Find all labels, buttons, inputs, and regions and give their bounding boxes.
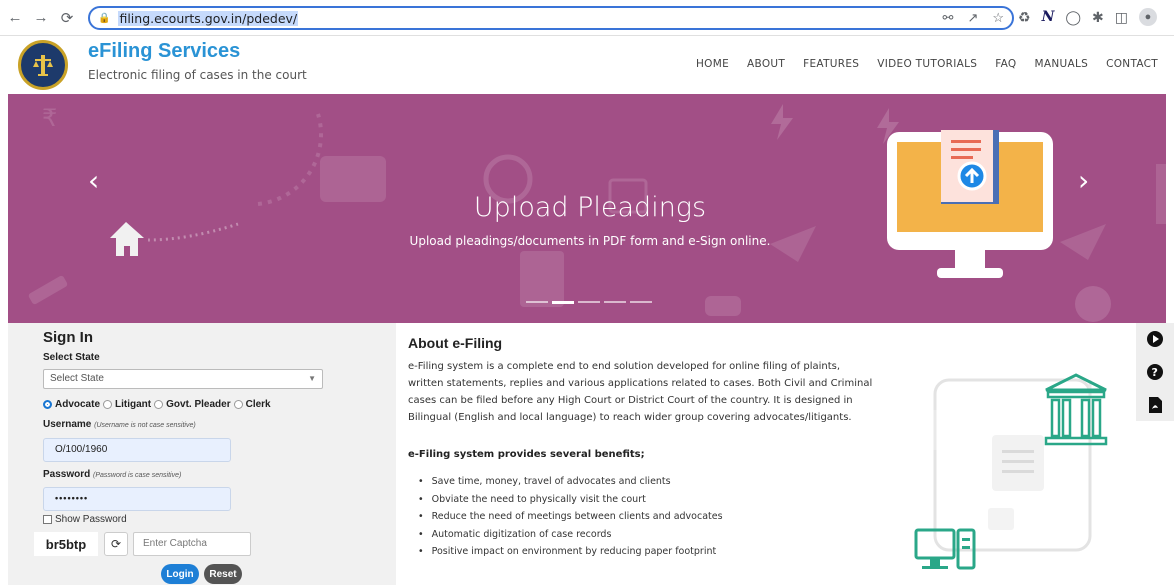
- password-label: Password (Password is case sensitive): [43, 469, 181, 480]
- profile-avatar-icon[interactable]: ●: [1139, 8, 1157, 26]
- show-password-toggle[interactable]: Show Password: [43, 514, 127, 525]
- captcha-image: br5btp: [34, 532, 98, 556]
- radio-litigant[interactable]: [103, 400, 113, 409]
- hero-title: Upload Pleadings: [473, 192, 707, 223]
- list-item: Automatic digitization of case records: [418, 529, 723, 547]
- radio-clerk[interactable]: [233, 400, 243, 409]
- help-icon[interactable]: ?: [1146, 363, 1164, 381]
- ecourts-emblem-logo[interactable]: [18, 40, 68, 90]
- show-password-label[interactable]: Show Password: [55, 514, 127, 525]
- carousel-indicator[interactable]: [630, 301, 652, 303]
- carousel-indicator-active[interactable]: [552, 301, 574, 304]
- pdf-icon[interactable]: [1146, 396, 1164, 414]
- decorative-rupee-icon: ₹: [42, 104, 57, 132]
- about-heading: About e-Filing: [408, 335, 503, 351]
- nav-about[interactable]: ABOUT: [747, 58, 785, 70]
- state-select[interactable]: Select State ▼: [43, 369, 323, 389]
- decorative-document-icon: [520, 251, 564, 307]
- login-button[interactable]: Login: [161, 564, 199, 584]
- nav-video-tutorials[interactable]: VIDEO TUTORIALS: [877, 58, 977, 70]
- password-hint: (Password is case sensitive): [93, 472, 182, 479]
- circle-extension-icon[interactable]: ◯: [1065, 9, 1081, 26]
- username-input[interactable]: O/100/1960: [43, 438, 231, 462]
- play-icon[interactable]: [1146, 330, 1164, 348]
- state-label: Select State: [43, 352, 100, 363]
- nav-home[interactable]: HOME: [696, 58, 729, 70]
- decorative-gavel-icon: [28, 275, 68, 305]
- back-arrow-icon[interactable]: ←: [4, 7, 26, 29]
- refresh-captcha-icon[interactable]: ⟳: [104, 532, 128, 556]
- role-label-advocate[interactable]: Advocate: [55, 399, 100, 410]
- password-label-text: Password: [43, 469, 91, 480]
- lock-icon[interactable]: 🔒: [98, 13, 110, 24]
- role-radio-group: Advocate Litigant Govt. Pleader Clerk: [43, 399, 271, 410]
- nav-faq[interactable]: FAQ: [995, 58, 1016, 70]
- username-label: Username (Username is not case sensitive…: [43, 419, 196, 430]
- nav-manuals[interactable]: MANUALS: [1035, 58, 1089, 70]
- benefits-heading: e-Filing system provides several benefit…: [408, 449, 645, 460]
- kebab-menu-icon[interactable]: ⋮: [1168, 9, 1174, 26]
- signin-heading: Sign In: [43, 329, 93, 346]
- list-item: Obviate the need to physically visit the…: [418, 494, 723, 512]
- floating-sidebar: ?: [1136, 323, 1174, 421]
- about-description: e-Filing system is a complete end to end…: [408, 361, 873, 423]
- decorative-car-icon: [705, 296, 741, 316]
- nav-contact[interactable]: CONTACT: [1106, 58, 1158, 70]
- puzzle-extensions-icon[interactable]: ✱: [1092, 9, 1104, 26]
- share-icon[interactable]: ↗: [967, 10, 978, 26]
- carousel-indicator[interactable]: [578, 301, 600, 303]
- svg-text:₹: ₹: [42, 104, 57, 132]
- username-hint: (Username is not case sensitive): [94, 422, 196, 429]
- username-label-text: Username: [43, 419, 92, 430]
- site-title[interactable]: eFiling Services: [88, 40, 240, 63]
- url-text[interactable]: filing.ecourts.gov.in/pdedev/: [118, 10, 299, 26]
- site-subtitle: Electronic filing of cases in the court: [88, 68, 307, 82]
- carousel-indicator[interactable]: [526, 301, 548, 303]
- recycle-extension-icon[interactable]: ♻: [1018, 9, 1031, 26]
- bookmark-star-icon[interactable]: ☆: [992, 10, 1004, 26]
- show-password-checkbox[interactable]: [43, 515, 52, 524]
- hero-carousel: ₹ ‹ › Upload Pleadings Upload pleadings/…: [8, 94, 1166, 323]
- list-item: Positive impact on environment by reduci…: [418, 546, 723, 564]
- role-label-clerk[interactable]: Clerk: [246, 399, 271, 410]
- hero-subtitle: Upload pleadings/documents in PDF form a…: [409, 234, 771, 248]
- carousel-indicator[interactable]: [604, 301, 626, 303]
- benefits-list: Save time, money, travel of advocates an…: [418, 476, 723, 564]
- side-panel-icon[interactable]: ◫: [1115, 9, 1128, 26]
- reload-icon[interactable]: ⟳: [56, 7, 78, 29]
- captcha-input[interactable]: Enter Captcha: [133, 532, 251, 556]
- decorative-palette-icon: [1075, 286, 1111, 322]
- n-extension-icon[interactable]: N: [1042, 9, 1055, 25]
- browser-toolbar: ← → ⟳ 🔒 filing.ecourts.gov.in/pdedev/ ⚯ …: [0, 0, 1174, 36]
- radio-advocate[interactable]: [43, 400, 52, 409]
- forward-arrow-icon[interactable]: →: [30, 7, 52, 29]
- role-label-litigant[interactable]: Litigant: [115, 399, 151, 410]
- signin-panel: Sign In Select State Select State ▼ Advo…: [8, 323, 396, 585]
- chevron-down-icon: ▼: [308, 374, 316, 383]
- key-icon[interactable]: ⚯: [943, 10, 954, 26]
- svg-text:?: ?: [1152, 366, 1158, 379]
- list-item: Reduce the need of meetings between clie…: [418, 511, 723, 529]
- nav-features[interactable]: FEATURES: [803, 58, 859, 70]
- site-header: eFiling Services Electronic filing of ca…: [8, 36, 1166, 94]
- radio-govt-pleader[interactable]: [154, 400, 164, 409]
- address-bar[interactable]: 🔒 filing.ecourts.gov.in/pdedev/ ⚯ ↗ ☆: [88, 6, 1014, 30]
- decorative-bolt-icon: [771, 104, 793, 140]
- efiling-illustration: [914, 373, 1108, 570]
- main-nav: HOME ABOUT FEATURES VIDEO TUTORIALS FAQ …: [696, 58, 1158, 70]
- password-input[interactable]: ••••••••: [43, 487, 231, 511]
- role-label-govt-pleader[interactable]: Govt. Pleader: [166, 399, 230, 410]
- state-select-value: Select State: [50, 373, 104, 384]
- reset-button[interactable]: Reset: [204, 564, 242, 584]
- list-item: Save time, money, travel of advocates an…: [418, 476, 723, 494]
- carousel-indicators: [526, 301, 652, 304]
